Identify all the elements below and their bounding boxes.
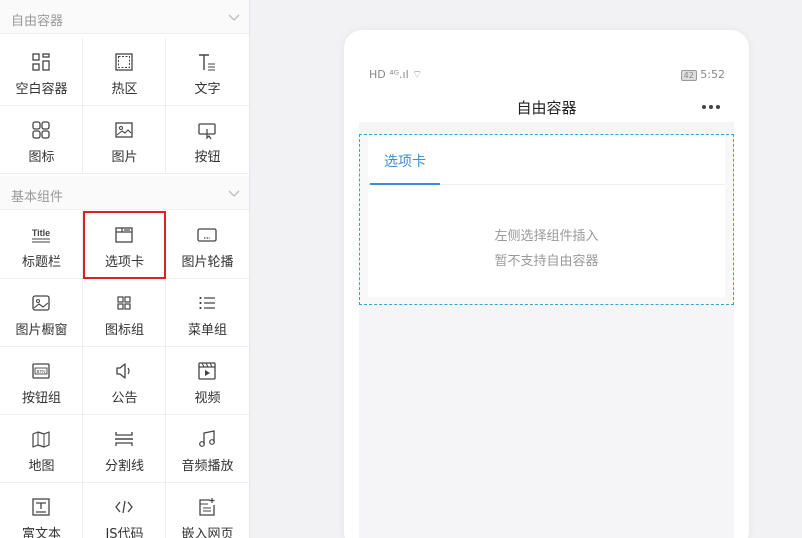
code-icon xyxy=(115,500,133,514)
grid-blank-icon xyxy=(32,53,50,71)
component-label: 图片 xyxy=(111,150,138,165)
image-showcase-icon xyxy=(32,295,50,311)
component-carousel[interactable]: 图片轮播 xyxy=(166,211,249,279)
component-hotspot[interactable]: 热区 xyxy=(83,38,166,106)
page-content: 选项卡 左侧选择组件插入 暂不支持自由容器 xyxy=(359,122,734,538)
button-icon xyxy=(198,123,216,140)
status-signal: HD ⁴ᴳ.ıl ⌔ xyxy=(369,68,423,81)
component-label: 图标组 xyxy=(104,323,144,338)
component-panel: 自由容器 空白容器 热区 文字 图标 图片 按钮 基本组件 Title 标题栏 … xyxy=(0,0,250,538)
component-text[interactable]: 文字 xyxy=(166,38,249,106)
component-audio[interactable]: 音频播放 xyxy=(166,415,249,483)
component-label: 热区 xyxy=(111,82,138,97)
component-image-showcase[interactable]: 图片橱窗 xyxy=(0,279,83,347)
menu-group-icon xyxy=(199,296,215,310)
component-label: 标题栏 xyxy=(21,255,61,270)
speaker-icon xyxy=(116,363,130,379)
battery-icon: 42 xyxy=(680,70,697,81)
video-icon xyxy=(198,362,216,380)
more-dots-icon[interactable] xyxy=(701,104,721,110)
status-right: 42 5:52 xyxy=(680,68,725,81)
section-title: 自由容器 xyxy=(11,14,64,29)
component-label: 按钮组 xyxy=(21,391,61,406)
divider-icon xyxy=(115,432,133,446)
component-label: JS代码 xyxy=(105,527,144,538)
component-image[interactable]: 图片 xyxy=(83,106,166,174)
component-label: 富文本 xyxy=(21,527,61,538)
page-title: 自由容器 xyxy=(516,99,577,117)
music-icon xyxy=(199,430,215,447)
component-label: 嵌入网页 xyxy=(181,527,234,538)
text-icon xyxy=(199,54,215,71)
component-icon[interactable]: 图标 xyxy=(0,106,83,174)
icon-grid-icon xyxy=(32,121,50,139)
component-label: 音频播放 xyxy=(181,459,234,474)
component-label: 按钮 xyxy=(194,150,221,165)
section-header-basic-components[interactable]: 基本组件 xyxy=(0,176,249,210)
carousel-icon xyxy=(197,228,217,242)
component-announcement[interactable]: 公告 xyxy=(83,347,166,415)
tabs-component: 选项卡 左侧选择组件插入 暂不支持自由容器 xyxy=(368,135,725,297)
component-label: 图片橱窗 xyxy=(15,323,68,338)
tabs-component-container[interactable]: 选项卡 左侧选择组件插入 暂不支持自由容器 xyxy=(359,134,734,305)
component-label: 视频 xyxy=(194,391,221,406)
map-icon xyxy=(32,431,50,448)
rich-text-icon xyxy=(32,498,50,516)
tab-item[interactable]: 选项卡 xyxy=(370,135,440,185)
component-title-bar[interactable]: Title 标题栏 xyxy=(0,211,83,279)
component-js-code[interactable]: JS代码 xyxy=(83,483,166,538)
component-label: 图标 xyxy=(28,150,55,165)
component-label: 公告 xyxy=(111,391,138,406)
embed-web-icon xyxy=(199,498,215,516)
status-time: 5:52 xyxy=(700,68,725,81)
component-rich-text[interactable]: 富文本 xyxy=(0,483,83,538)
component-video[interactable]: 视频 xyxy=(166,347,249,415)
component-button-group[interactable]: BTN 按钮组 xyxy=(0,347,83,415)
component-embed-web[interactable]: 嵌入网页 xyxy=(166,483,249,538)
component-blank-container[interactable]: 空白容器 xyxy=(0,38,83,106)
title-bar-icon: Title xyxy=(32,228,50,243)
image-icon xyxy=(115,122,133,138)
btn-icon-text: BTN xyxy=(37,369,46,374)
app-navbar: 自由容器 xyxy=(359,90,734,122)
component-divider[interactable]: 分割线 xyxy=(83,415,166,483)
section-header-free-container[interactable]: 自由容器 xyxy=(0,0,249,34)
tab-bar: 选项卡 xyxy=(368,135,725,185)
component-map[interactable]: 地图 xyxy=(0,415,83,483)
icon-group-icon xyxy=(117,296,131,310)
component-label: 菜单组 xyxy=(187,323,227,338)
button-group-icon: BTN xyxy=(32,363,50,379)
insert-hint: 左侧选择组件插入 xyxy=(494,229,599,244)
unsupported-hint: 暂不支持自由容器 xyxy=(494,254,599,269)
component-label: 选项卡 xyxy=(104,255,144,270)
component-label: 分割线 xyxy=(104,459,144,474)
chevron-down-icon xyxy=(228,190,240,197)
section-title: 基本组件 xyxy=(11,190,64,205)
component-label: 图片轮播 xyxy=(181,255,234,270)
hotspot-icon xyxy=(115,53,133,71)
component-label: 地图 xyxy=(28,459,55,474)
tabs-icon xyxy=(115,227,133,243)
phone-preview: HD ⁴ᴳ.ıl ⌔ 42 5:52 自由容器 选项卡 左侧选择组件插入 暂不支… xyxy=(344,30,749,538)
component-tabs[interactable]: 选项卡 xyxy=(83,211,166,279)
component-menu-group[interactable]: 菜单组 xyxy=(166,279,249,347)
component-label: 文字 xyxy=(194,82,221,97)
title-icon-text: Title xyxy=(32,228,50,238)
component-icon-group[interactable]: 图标组 xyxy=(83,279,166,347)
component-label: 空白容器 xyxy=(15,82,68,97)
status-bar: HD ⁴ᴳ.ıl ⌔ 42 5:52 xyxy=(369,68,725,82)
component-button[interactable]: 按钮 xyxy=(166,106,249,174)
chevron-down-icon xyxy=(228,14,240,21)
